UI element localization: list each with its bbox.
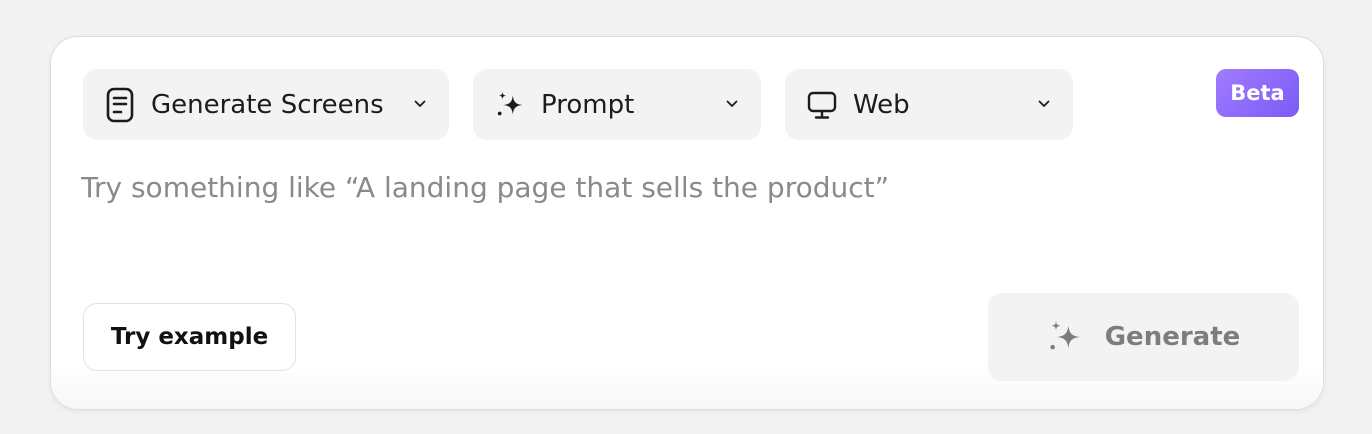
chevron-down-icon bbox=[1037, 97, 1051, 111]
sparkle-icon bbox=[495, 88, 525, 122]
platform-dropdown[interactable]: Web bbox=[785, 69, 1073, 140]
generator-card: Generate Screens Prompt Web Beta Try som… bbox=[50, 36, 1324, 410]
try-example-button[interactable]: Try example bbox=[83, 303, 296, 371]
chevron-down-icon bbox=[413, 97, 427, 111]
document-icon bbox=[105, 87, 135, 122]
sparkle-icon bbox=[1047, 319, 1083, 355]
generate-button[interactable]: Generate bbox=[988, 293, 1299, 381]
beta-badge: Beta bbox=[1216, 69, 1299, 117]
input-type-dropdown-label: Prompt bbox=[541, 89, 635, 120]
generate-button-label: Generate bbox=[1104, 322, 1241, 352]
platform-dropdown-label: Web bbox=[853, 89, 910, 120]
chevron-down-icon bbox=[725, 97, 739, 111]
monitor-icon bbox=[807, 88, 837, 122]
input-type-dropdown[interactable]: Prompt bbox=[473, 69, 761, 140]
mode-dropdown-label: Generate Screens bbox=[151, 89, 384, 120]
mode-dropdown[interactable]: Generate Screens bbox=[83, 69, 449, 140]
prompt-input[interactable] bbox=[81, 163, 1261, 263]
